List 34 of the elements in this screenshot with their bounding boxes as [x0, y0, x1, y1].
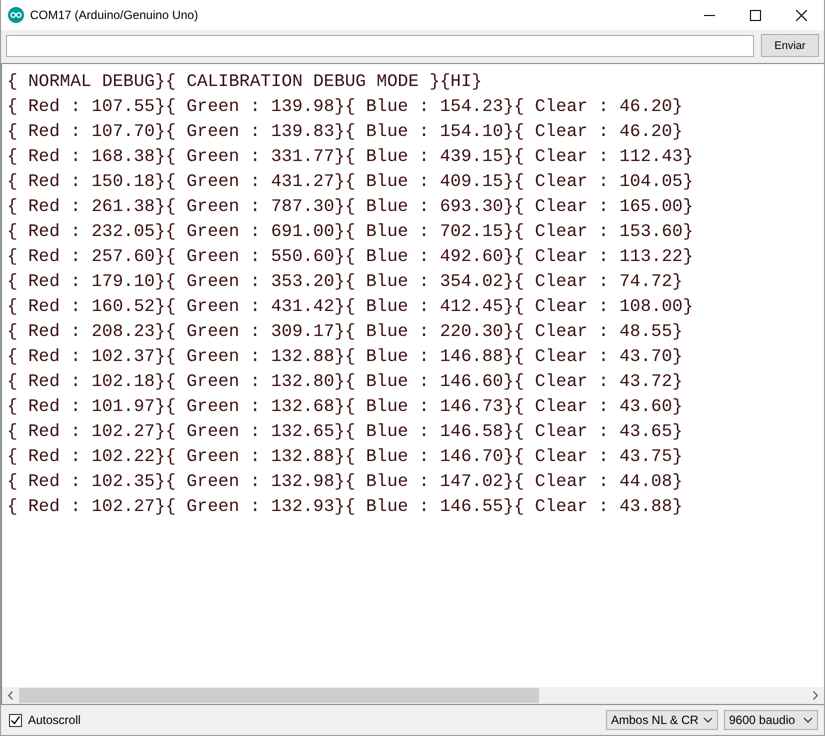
- output-line: { Red : 232.05}{ Green : 691.00}{ Blue : 702.15}{ Clear : 153.60}: [7, 221, 694, 244]
- caret-icon: [803, 717, 813, 723]
- output-line: { Red : 102.22}{ Green : 132.88}{ Blue : 146.70}{ Clear : 43.75}: [7, 446, 684, 469]
- output-line: { Red : 107.55}{ Green : 139.98}{ Blue : 154.23}{ Clear : 46.20}: [7, 96, 684, 119]
- autoscroll-label: Autoscroll: [28, 713, 82, 727]
- caret-icon: [703, 717, 713, 723]
- output-line: { Red : 101.97}{ Green : 132.68}{ Blue : 146.73}{ Clear : 43.60}: [7, 396, 684, 419]
- input-field[interactable]: [6, 34, 754, 56]
- minimize-icon[interactable]: [704, 14, 714, 16]
- output-line: { Red : 102.27}{ Green : 132.65}{ Blue : 146.58}{ Clear : 43.65}: [7, 421, 684, 444]
- scrollbar-thumb[interactable]: [19, 688, 539, 703]
- baud-rate-dropdown[interactable]: 9600 baudio: [724, 710, 818, 730]
- output-line: { Red : 261.38}{ Green : 787.30}{ Blue : 693.30}{ Clear : 165.00}: [7, 196, 694, 219]
- output-line: { Red : 257.60}{ Green : 550.60}{ Blue : 492.60}{ Clear : 113.22}: [7, 246, 694, 269]
- output-line: { Red : 107.70}{ Green : 139.83}{ Blue : 154.10}{ Clear : 46.20}: [7, 121, 684, 144]
- maximize-icon[interactable]: [750, 10, 760, 20]
- autoscroll-checkbox[interactable]: [9, 714, 22, 726]
- close-icon[interactable]: [796, 10, 806, 20]
- scroll-left-icon[interactable]: [8, 691, 13, 700]
- output-line: { Red : 102.35}{ Green : 132.98}{ Blue : 147.02}{ Clear : 44.08}: [7, 471, 684, 494]
- output-line: { Red : 102.27}{ Green : 132.93}{ Blue : 146.55}{ Clear : 43.88}: [7, 496, 684, 519]
- output-line: { Red : 160.52}{ Green : 431.42}{ Blue : 412.45}{ Clear : 108.00}: [7, 296, 694, 319]
- send-button[interactable]: Enviar: [761, 34, 819, 57]
- output-line: { Red : 102.18}{ Green : 132.80}{ Blue : 146.60}{ Clear : 43.72}: [7, 371, 684, 394]
- scroll-right-icon[interactable]: [813, 691, 818, 700]
- output-line: { Red : 168.38}{ Green : 331.77}{ Blue : 439.15}{ Clear : 112.43}: [7, 146, 694, 169]
- output-line: { Red : 179.10}{ Green : 353.20}{ Blue : 354.02}{ Clear : 74.72}: [7, 271, 684, 294]
- line-ending-dropdown[interactable]: Ambos NL & CR: [606, 710, 718, 730]
- output-line: { Red : 102.37}{ Green : 132.88}{ Blue : 146.88}{ Clear : 43.70}: [7, 346, 684, 369]
- window-title: COM17 (Arduino/Genuino Uno): [30, 8, 200, 22]
- output-line: { NORMAL DEBUG}{ CALIBRATION DEBUG MODE }{HI}: [7, 71, 484, 94]
- output-line: { Red : 208.23}{ Green : 309.17}{ Blue : 220.30}{ Clear : 48.55}: [7, 321, 684, 344]
- app-logo-icon: [8, 7, 24, 23]
- output-line: { Red : 150.18}{ Green : 431.27}{ Blue : 409.15}{ Clear : 104.05}: [7, 171, 694, 194]
